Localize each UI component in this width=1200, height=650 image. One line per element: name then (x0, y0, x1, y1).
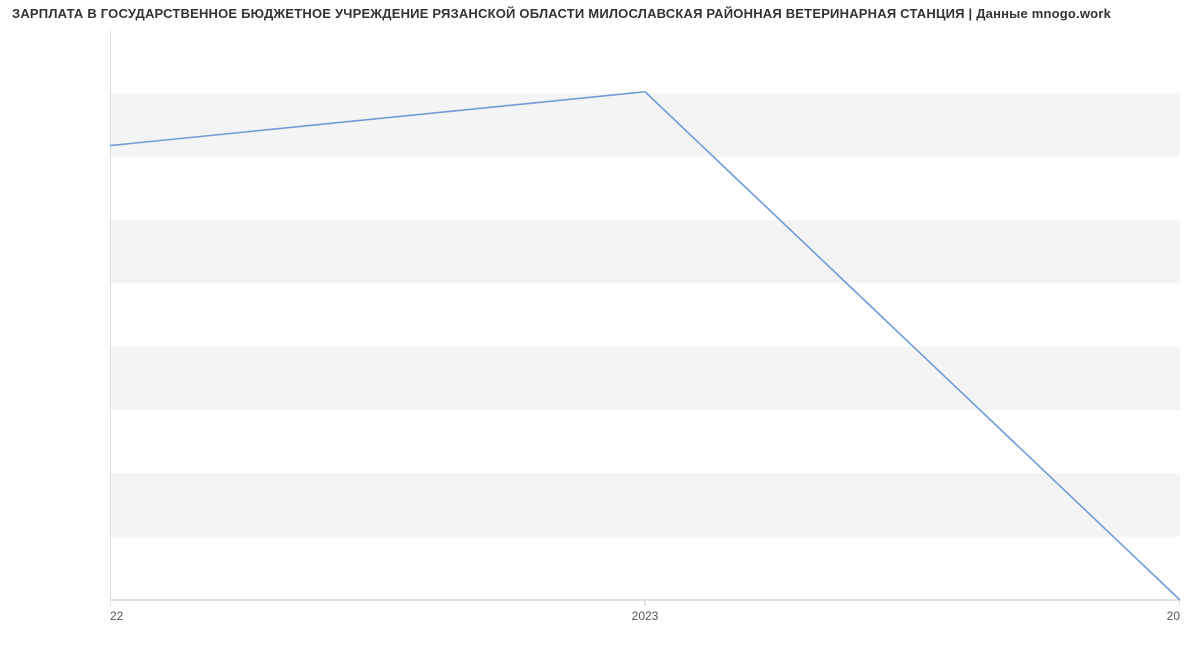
x-tick-label: 2023 (632, 609, 659, 623)
chart-title: ЗАРПЛАТА В ГОСУДАРСТВЕННОЕ БЮДЖЕТНОЕ УЧР… (12, 6, 1111, 21)
chart-container: ЗАРПЛАТА В ГОСУДАРСТВЕННОЕ БЮДЖЕТНОЕ УЧР… (0, 0, 1200, 650)
x-tick-label: 2024 (1167, 609, 1180, 623)
plot-area: 2000400060008000100001200014000160001800… (110, 30, 1180, 600)
x-tick-label: 2022 (110, 609, 124, 623)
chart-svg: 2000400060008000100001200014000160001800… (110, 30, 1180, 630)
